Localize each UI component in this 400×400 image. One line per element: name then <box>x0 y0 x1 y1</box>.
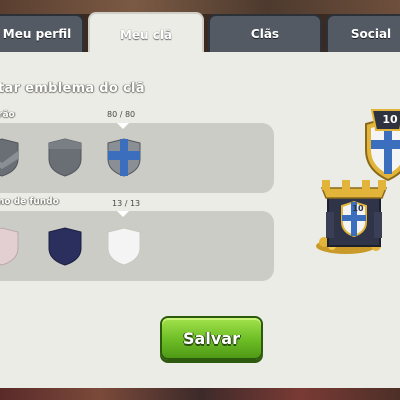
tab-my-profile[interactable]: Meu perfil <box>0 14 84 52</box>
tab-social[interactable]: Social <box>326 14 400 52</box>
cross-shield-icon <box>107 138 141 177</box>
chevron-pattern-swatch[interactable] <box>0 137 20 177</box>
pattern-selection-pointer <box>117 123 129 129</box>
pink-shield-icon <box>0 227 19 266</box>
clan-castle-icon <box>316 180 388 254</box>
tab-clans[interactable]: Clãs <box>208 14 322 52</box>
plain-pattern-swatch[interactable] <box>47 137 83 177</box>
background-counter: 13 / 13 <box>112 199 141 208</box>
cross-pattern-swatch[interactable] <box>106 137 142 177</box>
tab-my-clan[interactable]: Meu clã <box>88 12 204 56</box>
castle-level-text: 10 <box>352 204 364 213</box>
background-section-label: no de fundo <box>0 197 59 207</box>
background-selection-pointer <box>117 211 129 217</box>
clan-castle-image: 10 <box>306 172 400 258</box>
navy-shield-icon <box>48 227 82 266</box>
white-shield-icon <box>107 227 141 266</box>
white-background-swatch[interactable] <box>106 226 142 266</box>
pink-background-swatch[interactable] <box>0 226 20 266</box>
plain-shield-icon <box>48 138 82 177</box>
background-bottom-strip <box>0 388 400 400</box>
save-button[interactable]: Salvar <box>160 316 263 360</box>
tab-bar: Meu perfil Meu clã Clãs Social <box>0 12 400 56</box>
badge-level-text: 10 <box>382 113 398 126</box>
pattern-counter: 80 / 80 <box>107 110 136 119</box>
pattern-section-label: rão <box>0 110 15 120</box>
navy-background-swatch[interactable] <box>47 226 83 266</box>
chevron-shield-icon <box>0 138 19 177</box>
page-title: tar emblema do clã <box>0 81 145 96</box>
clan-emblem-preview: 10 <box>360 108 400 182</box>
